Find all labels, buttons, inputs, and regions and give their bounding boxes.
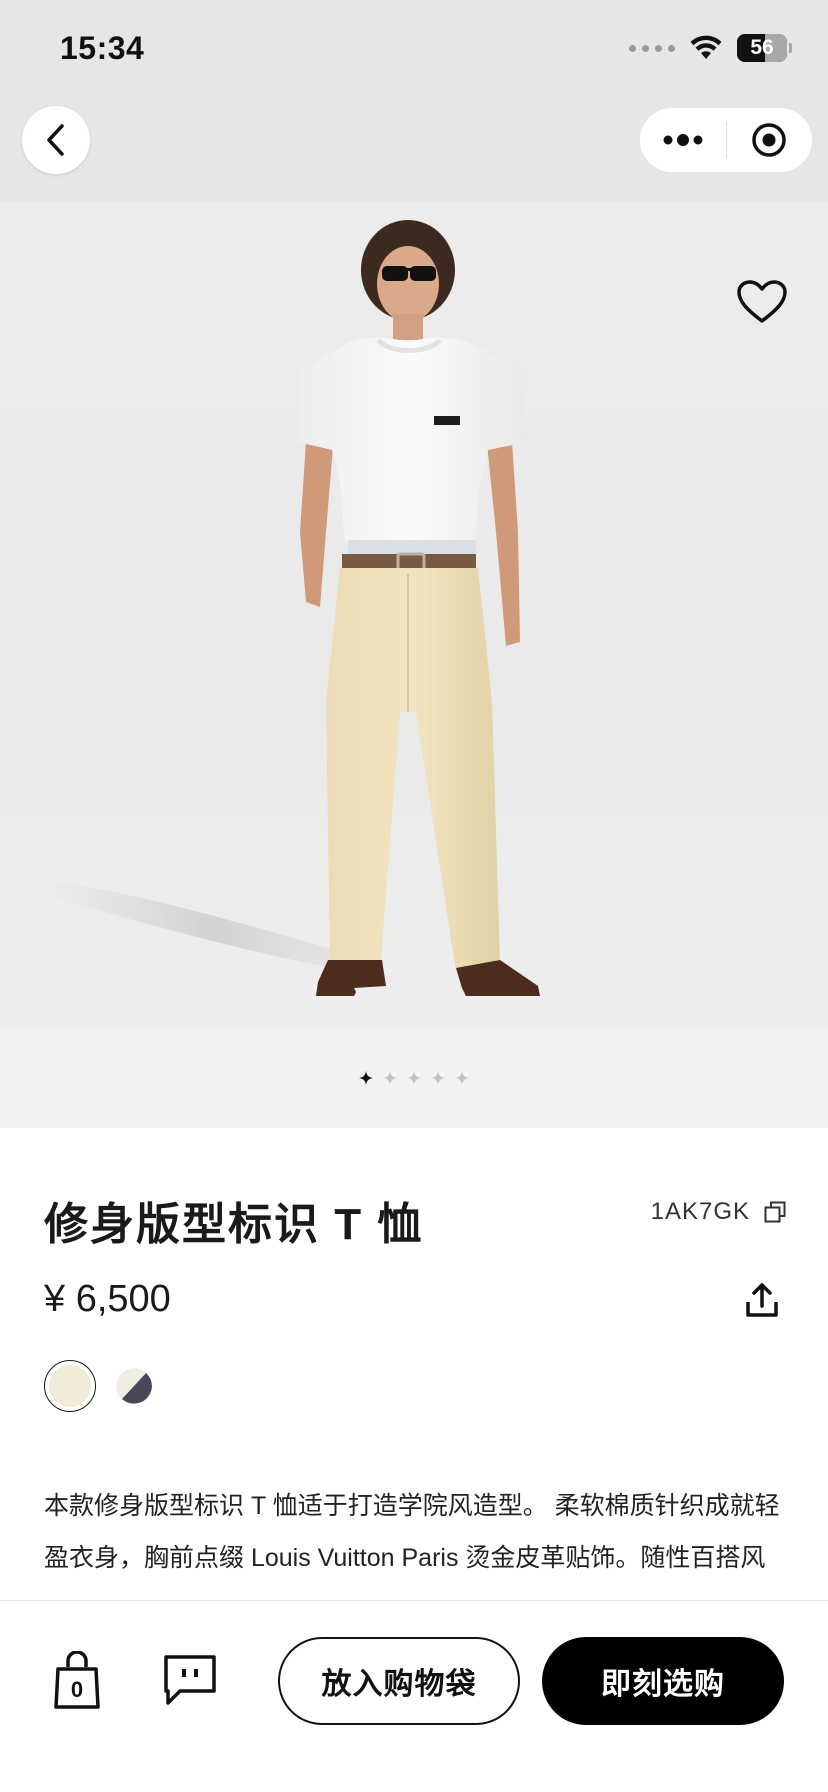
add-to-bag-button[interactable]: 放入购物袋 [278,1637,520,1725]
product-price: ¥ 6,500 [44,1278,171,1320]
status-icons: 56 [629,34,792,62]
model-photo [46,220,540,996]
share-icon [746,1283,778,1317]
mini-program-capsule [640,108,812,172]
more-dots-icon [663,134,703,146]
bottom-action-bar: 0 放入购物袋 即刻选购 [0,1600,828,1792]
product-image[interactable] [0,202,828,1028]
wifi-icon [690,35,722,59]
battery-icon: 56 [737,34,787,62]
sku-text: 1AK7GK [650,1198,750,1225]
carousel-dot-5[interactable] [455,1071,469,1085]
more-button[interactable] [640,108,726,172]
battery-level: 56 [750,36,774,59]
swatch-cream-fill [49,1365,91,1407]
favorite-button[interactable] [734,274,790,330]
carousel-indicator [0,1028,828,1128]
status-time: 15:34 [60,30,145,66]
target-circle-icon [752,123,786,157]
carousel-dot-4[interactable] [431,1071,445,1085]
swatch-navy[interactable] [116,1368,152,1404]
carousel-dot-1[interactable] [359,1071,373,1085]
share-button[interactable] [740,1278,784,1322]
carousel-dot-2[interactable] [383,1071,397,1085]
shopping-bag-button[interactable]: 0 [50,1650,104,1711]
swatch-navy-fill [116,1368,152,1404]
color-swatches [44,1360,152,1412]
chat-button[interactable] [162,1653,218,1707]
header: 15:34 56 [0,0,828,202]
buy-now-button[interactable]: 即刻选购 [542,1637,784,1725]
battery-tip [789,43,792,53]
carousel-dot-3[interactable] [407,1071,421,1085]
product-title: 修身版型标识 T 恤 [44,1200,424,1249]
bag-count: 0 [70,1677,84,1702]
chevron-left-icon [47,124,64,156]
chat-bubble-icon [164,1655,216,1705]
cellular-dots-icon [629,44,675,52]
close-button[interactable] [727,108,813,172]
product-description: 本款修身版型标识 T 恤适于打造学院风造型。 柔软棉质针织成就轻盈衣身，胸前点缀… [44,1492,780,1572]
back-button[interactable] [22,106,90,174]
swatch-cream[interactable] [44,1360,96,1412]
copy-icon [764,1201,786,1223]
product-info: 修身版型标识 T 恤 1AK7GK ¥ 6,500 本款修身版型标识 T 恤适于… [0,1128,828,1600]
product-sku[interactable]: 1AK7GK [651,1198,786,1226]
heart-outline-icon [737,280,787,323]
